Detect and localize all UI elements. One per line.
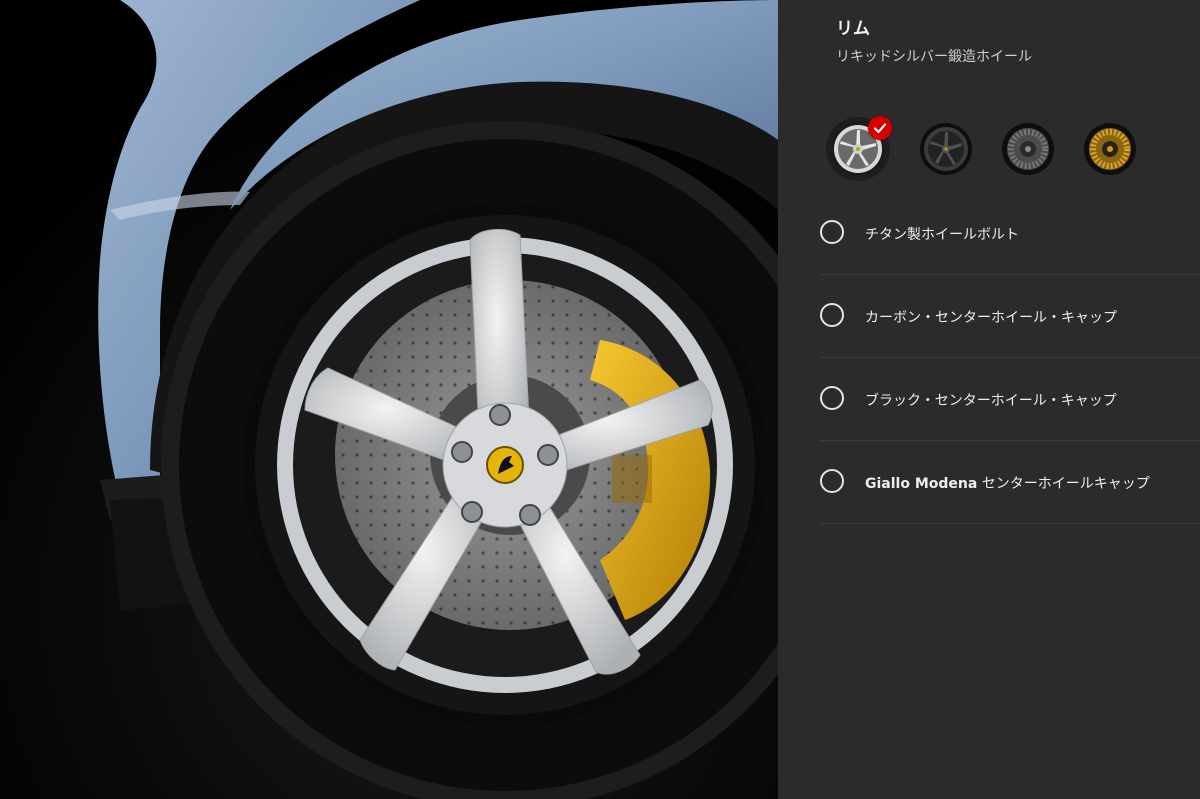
selected-check-icon [868,116,892,140]
grey-multispoke-rim-icon [1002,123,1054,175]
rim-swatch-grey-multispoke[interactable] [996,117,1060,181]
wheel-options-list: チタン製ホイールボルト カーボン・センターホイール・キャップ ブラック・センター… [820,192,1200,524]
radio-button[interactable] [820,303,844,327]
rim-swatch-dark-grey[interactable] [914,117,978,181]
option-label: ブラック・センターホイール・キャップ [865,393,1117,409]
gold-multispoke-rim-icon [1084,123,1136,175]
dark-rim-icon [920,123,972,175]
rim-swatch-liquid-silver[interactable] [826,116,892,181]
car-wheel-viewer[interactable] [0,0,778,799]
option-label: チタン製ホイールボルト [865,227,1019,243]
option-giallo-modena-center-cap[interactable]: Giallo Modena センターホイールキャップ [820,441,1200,524]
options-panel: リム リキッドシルバー鍛造ホイール チタン製ホイールボルト カーボン・センターホ… [778,0,1200,799]
option-label: カーボン・センターホイール・キャップ [865,310,1117,326]
option-black-center-cap[interactable]: ブラック・センターホイール・キャップ [820,358,1200,441]
option-carbon-center-cap[interactable]: カーボン・センターホイール・キャップ [820,275,1200,358]
wheel-render [0,0,778,799]
radio-button[interactable] [820,469,844,493]
selected-rim-name: リキッドシルバー鍛造ホイール [836,49,1032,65]
option-label-brand: Giallo Modena [865,476,978,492]
section-title: リム [836,19,870,39]
rim-swatch-gold-multispoke[interactable] [1078,117,1142,181]
radio-button[interactable] [820,386,844,410]
option-label-text: センターホイールキャップ [977,476,1150,492]
radio-button[interactable] [820,220,844,244]
configurator-screen: リム リキッドシルバー鍛造ホイール チタン製ホイールボルト カーボン・センターホ… [0,0,1200,799]
rim-swatch-list [826,116,1146,185]
option-label: Giallo Modena センターホイールキャップ [865,473,1150,493]
option-titanium-wheel-bolts[interactable]: チタン製ホイールボルト [820,192,1200,275]
